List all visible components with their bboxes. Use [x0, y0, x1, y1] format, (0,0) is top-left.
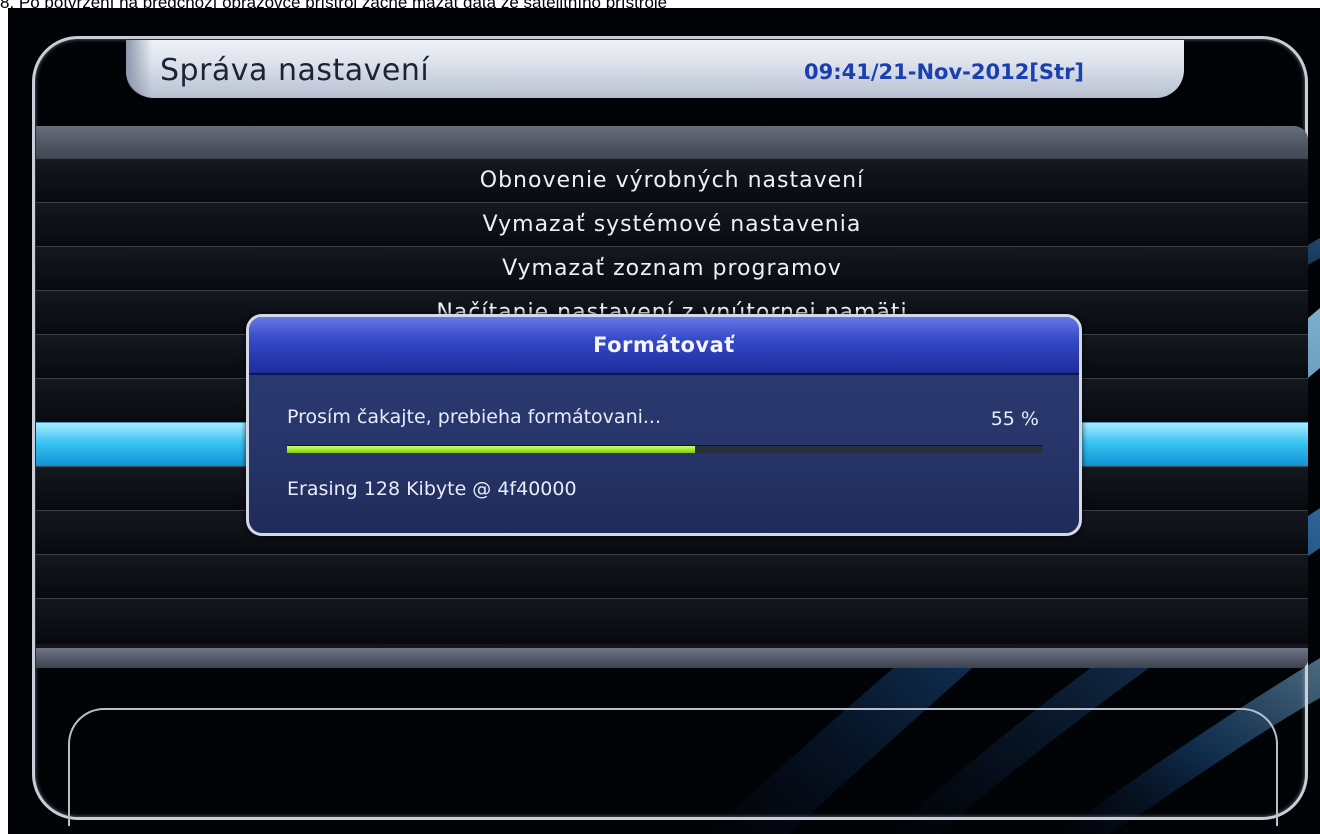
page-title: Správa nastavení	[160, 53, 430, 88]
dialog-title: Formátovať	[593, 333, 735, 357]
progress-percent: 55 %	[990, 408, 1039, 430]
dialog-status: Erasing 128 Kibyte @ 4f40000	[287, 478, 577, 500]
tv-screen: Obnovenie výrobných nastavení Vymazať sy…	[8, 8, 1320, 834]
format-dialog: Formátovať Prosím čakajte, prebieha form…	[246, 314, 1082, 536]
menu-item-clear-system-settings[interactable]: Vymazať systémové nastavenia	[36, 202, 1308, 248]
help-bar-frame	[68, 708, 1278, 826]
menu-item[interactable]	[36, 598, 1308, 644]
menu-item-clear-channel-list[interactable]: Vymazať zoznam programov	[36, 246, 1308, 292]
menu-panel-bottom-bar	[36, 648, 1308, 668]
menu-item[interactable]	[36, 554, 1308, 600]
progress-bar	[287, 445, 1043, 453]
page-caption: 8. Po potvrzení na předchozí obrazovce p…	[0, 0, 1320, 8]
menu-panel-top-bar	[36, 126, 1308, 160]
clock-date: 09:41/21-Nov-2012[Str]	[804, 60, 1085, 84]
progress-bar-fill	[287, 446, 696, 453]
menu-item-factory-reset[interactable]: Obnovenie výrobných nastavení	[36, 158, 1308, 204]
dialog-message: Prosím čakajte, prebieha formátovani...	[287, 406, 662, 428]
